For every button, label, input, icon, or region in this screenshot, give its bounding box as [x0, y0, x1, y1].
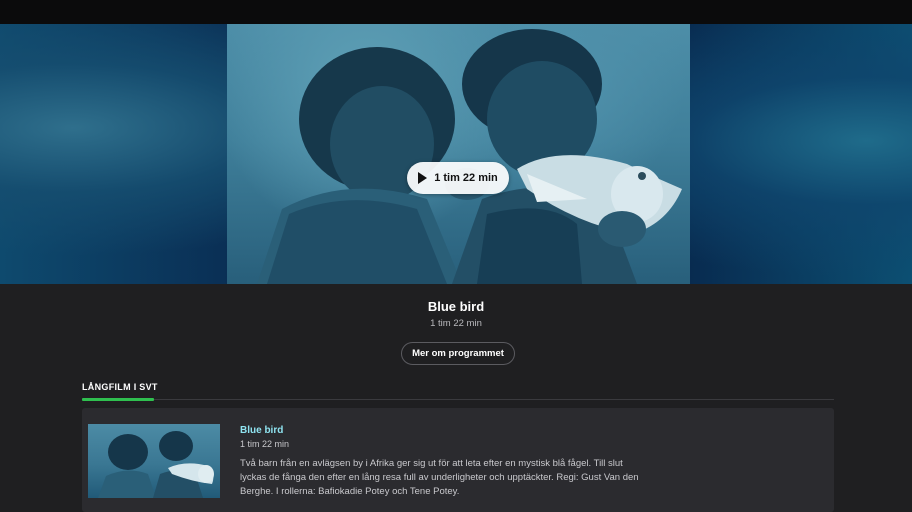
thumbnail-illustration — [98, 431, 214, 498]
play-icon — [418, 172, 428, 184]
section-label[interactable]: LÅNGFILM I SVT — [82, 382, 158, 392]
card-duration: 1 tim 22 min — [240, 439, 290, 449]
program-card[interactable]: Blue bird 1 tim 22 min Två barn från en … — [82, 408, 834, 512]
hero-banner: 1 tim 22 min — [0, 24, 912, 284]
top-bar — [0, 0, 912, 24]
card-title[interactable]: Blue bird — [240, 425, 283, 436]
hero-image[interactable] — [227, 24, 690, 284]
more-about-program-button[interactable]: Mer om programmet — [401, 342, 515, 365]
hero-illustration — [257, 29, 682, 284]
program-title: Blue bird — [427, 299, 485, 314]
program-thumbnail[interactable] — [88, 424, 220, 498]
card-description: Två barn från en avlägsen by i Afrika ge… — [240, 458, 639, 497]
section-active-underline — [82, 398, 154, 401]
play-button[interactable]: 1 tim 22 min — [407, 162, 509, 194]
program-duration: 1 tim 22 min — [430, 318, 482, 329]
play-duration-label: 1 tim 22 min — [434, 172, 498, 184]
section-header: LÅNGFILM I SVT — [82, 382, 834, 401]
